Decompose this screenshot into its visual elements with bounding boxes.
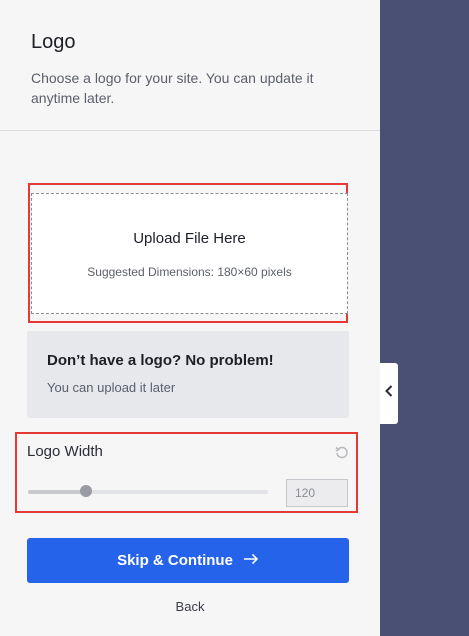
no-logo-subtitle: You can upload it later: [47, 380, 176, 395]
slider-thumb[interactable]: [79, 485, 92, 497]
reset-icon[interactable]: [334, 445, 350, 461]
no-logo-title: Don’t have a logo? No problem!: [47, 352, 274, 369]
sidebar-collapse-toggle[interactable]: [380, 363, 398, 424]
no-logo-notice: Don’t have a logo? No problem! You can u…: [27, 331, 349, 418]
page-title: Logo: [31, 31, 76, 53]
logo-width-slider[interactable]: [28, 485, 268, 497]
step-header: Logo Choose a logo for your site. You ca…: [0, 0, 380, 131]
upload-title: Upload File Here: [133, 230, 246, 247]
logo-width-label: Logo Width: [27, 443, 103, 460]
arrow-right-icon: [243, 552, 259, 569]
upload-hint: Suggested Dimensions: 180×60 pixels: [87, 265, 292, 279]
page-subtitle: Choose a logo for your site. You can upd…: [31, 70, 314, 106]
skip-continue-label: Skip & Continue: [117, 552, 233, 569]
slider-fill: [28, 490, 86, 494]
logo-width-input[interactable]: [286, 479, 348, 507]
back-link[interactable]: Back: [0, 599, 380, 614]
setup-panel: Logo Choose a logo for your site. You ca…: [0, 0, 380, 636]
chevron-left-icon: [384, 384, 394, 403]
upload-dropzone[interactable]: Upload File Here Suggested Dimensions: 1…: [31, 193, 348, 314]
skip-continue-button[interactable]: Skip & Continue: [27, 538, 349, 583]
